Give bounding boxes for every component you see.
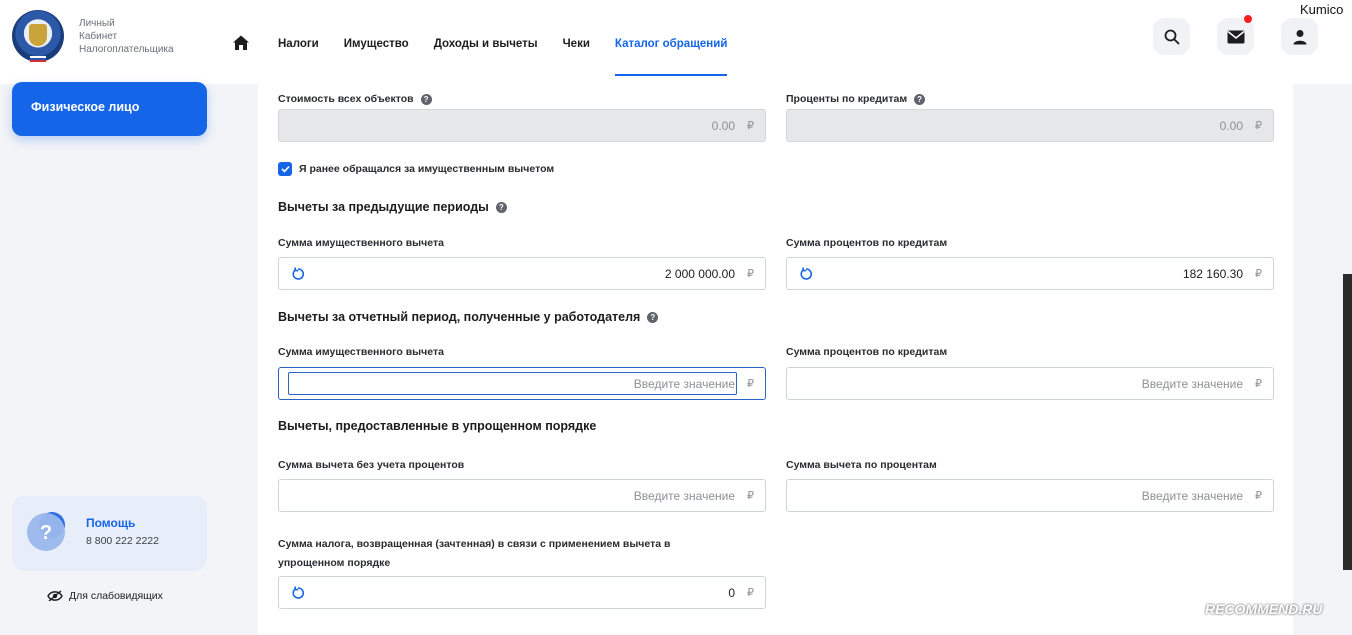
- help-card[interactable]: ? Помощь 8 800 222 2222: [12, 496, 207, 571]
- top-bar: Личный Кабинет Налогоплательщика Налоги …: [0, 0, 1352, 84]
- ruble-icon: ₽: [1255, 490, 1262, 502]
- logo-line: Кабинет: [79, 31, 118, 42]
- section-simplified: Вычеты, предоставленные в упрощенном пор…: [278, 419, 596, 433]
- simp-interest-field[interactable]: Введите значение ₽: [786, 479, 1274, 512]
- simp-nointerest-field[interactable]: Введите значение ₽: [278, 479, 766, 512]
- logo-text[interactable]: Личный Кабинет Налогоплательщика: [79, 17, 189, 56]
- tax-returned-value: 0: [728, 585, 735, 600]
- author-watermark: Kumico: [1300, 2, 1344, 17]
- loan-interest-field: 0.00 ₽: [786, 109, 1274, 142]
- help-icon[interactable]: ?: [914, 93, 926, 105]
- total-cost-field: 0.00 ₽: [278, 109, 766, 142]
- help-icon[interactable]: ?: [420, 93, 432, 105]
- search-icon: [1164, 29, 1179, 44]
- search-button[interactable]: [1153, 18, 1190, 55]
- help-icon[interactable]: ?: [647, 311, 659, 323]
- loan-interest-label-text: Проценты по кредитам: [786, 93, 908, 105]
- ruble-icon: ₽: [747, 268, 754, 280]
- page-scrollbar[interactable]: [1343, 274, 1352, 570]
- ruble-icon: ₽: [747, 378, 754, 390]
- tax-returned-label-line: упрощенном порядке: [278, 557, 391, 569]
- prev-property-value: 2 000 000.00: [664, 266, 735, 281]
- check-icon: [280, 165, 290, 173]
- section-previous-periods: Вычеты за предыдущие периоды ?: [278, 200, 507, 214]
- emp-interest-label: Сумма процентов по кредитам: [786, 346, 948, 358]
- tax-returned-label-line: Сумма налога, возвращенная (зачтенная) в…: [278, 538, 671, 550]
- reset-icon[interactable]: [291, 267, 305, 281]
- logo-line: Личный: [79, 18, 115, 29]
- total-cost-value: 0.00: [711, 118, 735, 133]
- simp-nointerest-label: Сумма вычета без учета процентов: [278, 459, 465, 471]
- messages-button[interactable]: [1217, 15, 1254, 55]
- prev-property-field[interactable]: 2 000 000.00 ₽: [278, 257, 766, 290]
- prev-interest-value: 182 160.30: [1182, 266, 1243, 281]
- total-cost-label: Стоимость всех объектов ?: [278, 93, 432, 105]
- ruble-icon: ₽: [747, 587, 754, 599]
- section-employer: Вычеты за отчетный период, полученные у …: [278, 310, 659, 324]
- help-title: Помощь: [86, 516, 136, 530]
- svg-text:?: ?: [40, 522, 52, 544]
- eye-crossed-icon: [47, 590, 63, 602]
- simp-nointerest-placeholder: Введите значение: [633, 488, 735, 503]
- prior-deduction-checkbox[interactable]: [278, 162, 292, 176]
- prev-interest-field[interactable]: 182 160.30 ₽: [786, 257, 1274, 290]
- emp-property-field[interactable]: Введите значение ₽: [278, 367, 766, 400]
- help-bubble-icon: ?: [26, 510, 68, 552]
- notification-dot: [1244, 15, 1252, 23]
- ruble-icon: ₽: [747, 120, 754, 132]
- user-icon: [1293, 29, 1306, 44]
- main-nav: Налоги Имущество Доходы и вычеты Чеки Ка…: [232, 24, 752, 76]
- mail-icon: [1227, 30, 1244, 43]
- nav-income-deductions[interactable]: Доходы и вычеты: [434, 38, 538, 50]
- accessibility-label: Для слабовидящих: [69, 590, 163, 602]
- section-employer-title: Вычеты за отчетный период, полученные у …: [278, 310, 641, 324]
- reset-icon[interactable]: [799, 267, 813, 281]
- ruble-icon: ₽: [1255, 268, 1262, 280]
- simp-interest-placeholder: Введите значение: [1141, 488, 1243, 503]
- nav-receipts[interactable]: Чеки: [563, 38, 590, 50]
- prior-deduction-checkbox-label: Я ранее обращался за имущественным вычет…: [299, 163, 555, 175]
- prev-property-label: Сумма имущественного вычета: [278, 237, 444, 249]
- ruble-icon: ₽: [747, 490, 754, 502]
- sidebar: Физическое лицо ? Помощь 8 800 222 2222 …: [0, 82, 220, 635]
- ruble-icon: ₽: [1255, 120, 1262, 132]
- emp-interest-field[interactable]: Введите значение ₽: [786, 367, 1274, 400]
- nav-property[interactable]: Имущество: [344, 38, 409, 50]
- profile-button[interactable]: [1281, 18, 1318, 55]
- deduction-form: Стоимость всех объектов ? 0.00 ₽ Процент…: [258, 84, 1293, 635]
- focus-outline: [288, 372, 737, 395]
- prev-interest-label: Сумма процентов по кредитам: [786, 237, 948, 249]
- help-phone: 8 800 222 2222: [86, 535, 159, 547]
- nav-taxes[interactable]: Налоги: [278, 38, 319, 50]
- reset-icon[interactable]: [291, 586, 305, 600]
- loan-interest-value: 0.00: [1219, 118, 1243, 133]
- tax-returned-field[interactable]: 0 ₽: [278, 576, 766, 609]
- fns-logo[interactable]: [12, 10, 64, 62]
- role-button-individual[interactable]: Физическое лицо: [12, 82, 207, 136]
- ruble-icon: ₽: [1255, 378, 1262, 390]
- emp-interest-placeholder: Введите значение: [1141, 376, 1243, 391]
- accessibility-link[interactable]: Для слабовидящих: [47, 590, 163, 602]
- loan-interest-label: Проценты по кредитам ?: [786, 93, 926, 105]
- recommend-watermark: RECOMMEND.RU: [1205, 601, 1323, 617]
- prior-deduction-checkbox-row[interactable]: Я ранее обращался за имущественным вычет…: [278, 162, 554, 176]
- tax-returned-label: Сумма налога, возвращенная (зачтенная) в…: [278, 535, 670, 573]
- help-icon[interactable]: ?: [495, 201, 507, 213]
- emp-property-label: Сумма имущественного вычета: [278, 346, 444, 358]
- nav-request-catalog[interactable]: Каталог обращений: [614, 38, 728, 76]
- section-simplified-title: Вычеты, предоставленные в упрощенном пор…: [278, 419, 597, 433]
- simp-interest-label: Сумма вычета по процентам: [786, 459, 937, 471]
- total-cost-label-text: Стоимость всех объектов: [278, 93, 414, 105]
- home-icon[interactable]: [232, 34, 252, 54]
- section-previous-periods-title: Вычеты за предыдущие периоды: [278, 200, 489, 214]
- logo-line: Налогоплательщика: [79, 44, 174, 55]
